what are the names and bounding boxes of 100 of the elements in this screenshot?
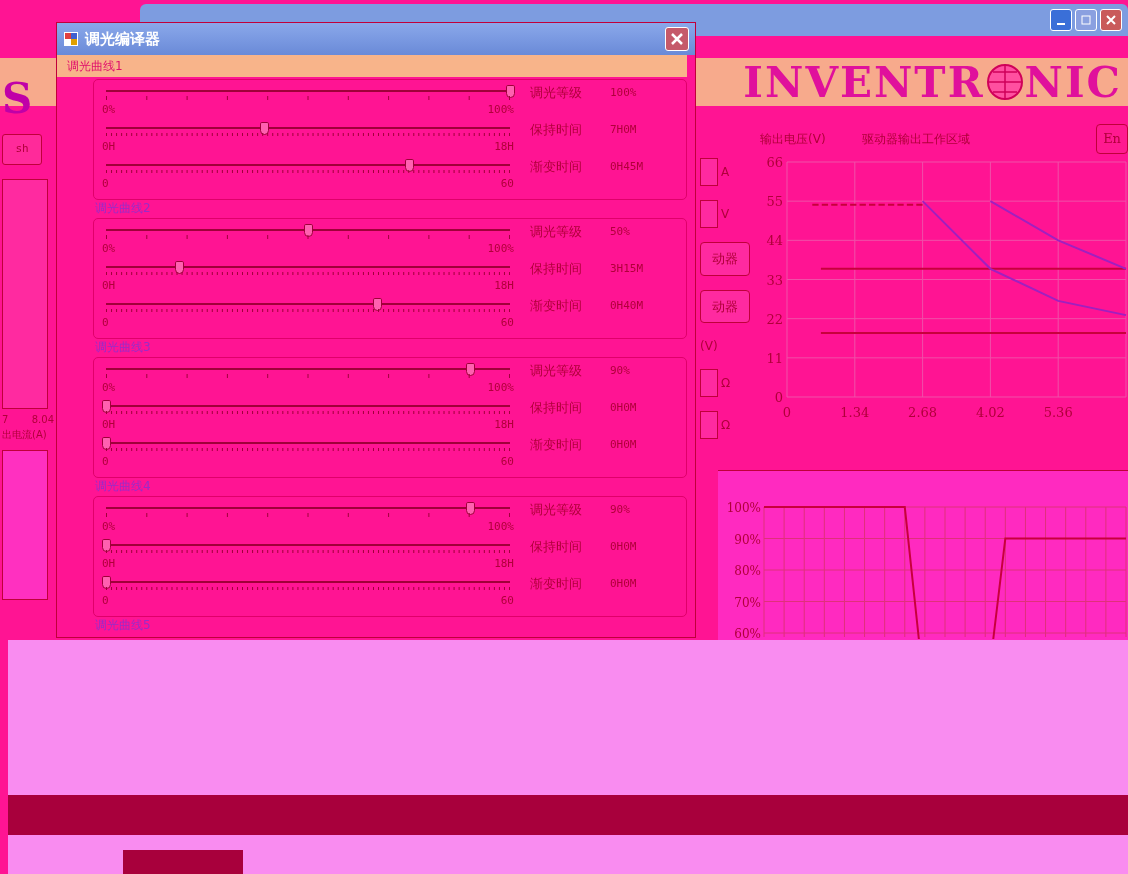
slider[interactable]: 0 60: [102, 297, 514, 334]
tick-label: 80%: [734, 564, 761, 578]
scale-label: 60: [500, 177, 514, 191]
tick-label: 22: [766, 311, 783, 327]
scale-label: 0H: [102, 140, 116, 154]
slider[interactable]: 0H 18H: [102, 121, 514, 158]
value-text: 0H40M: [610, 298, 645, 314]
tick-label: 90%: [734, 532, 761, 547]
group-title[interactable]: 调光曲线1: [57, 55, 687, 77]
unit-label: V: [721, 206, 730, 223]
scale-label: 0: [102, 177, 109, 191]
tick-label: 70%: [734, 595, 761, 610]
spinner[interactable]: [700, 200, 718, 228]
field-label: 保持时间: [530, 260, 583, 278]
scale-label: 18H: [494, 557, 514, 571]
maximize-icon: [1081, 15, 1091, 25]
minimize-button[interactable]: [1050, 9, 1072, 31]
group-title[interactable]: 调光曲线3: [95, 339, 687, 355]
maximize-button[interactable]: [1075, 9, 1097, 31]
spinner[interactable]: [700, 369, 718, 397]
slider-thumb[interactable]: [372, 298, 382, 311]
field-label: 渐变时间: [530, 575, 583, 593]
scale-label: 100%: [487, 103, 514, 117]
value-text: 3H15M: [610, 261, 645, 277]
tick-label: 44: [766, 232, 783, 248]
language-button[interactable]: En: [1096, 124, 1128, 154]
slider[interactable]: 0% 100%: [102, 362, 514, 399]
scale-label: 18H: [494, 279, 514, 293]
scale-label: 0H: [102, 557, 116, 571]
slider-thumb[interactable]: [102, 437, 111, 450]
value-text: 50%: [610, 224, 631, 240]
spinner[interactable]: [700, 411, 718, 439]
slider[interactable]: 0H 18H: [102, 260, 514, 297]
scale-label: 0%: [102, 103, 116, 117]
slider-thumb[interactable]: [405, 159, 414, 172]
field-label: 渐变时间: [530, 297, 583, 315]
slider[interactable]: 0% 100%: [102, 84, 514, 121]
axis-label: 8.04: [31, 412, 54, 427]
slider-thumb[interactable]: [174, 261, 184, 274]
scale-label: 18H: [494, 140, 514, 154]
close-button[interactable]: [1100, 9, 1122, 31]
group-title[interactable]: 调光曲线4: [95, 478, 687, 494]
slider-thumb[interactable]: [102, 576, 111, 589]
tick-label: 66: [766, 154, 783, 170]
scale-label: 0%: [102, 381, 116, 395]
value-text: 90%: [610, 363, 631, 379]
slider-thumb[interactable]: [259, 122, 269, 135]
tick-label: 60%: [734, 627, 761, 639]
close-icon: [1106, 15, 1116, 25]
value-text: 0H0M: [610, 437, 638, 453]
tick-label: 1.34: [840, 404, 870, 420]
field-label: 渐变时间: [530, 436, 583, 454]
slider-thumb[interactable]: [506, 85, 515, 98]
field-label: 调光等级: [530, 501, 583, 519]
axis-title: 输出电压(V): [760, 130, 826, 148]
field-label: 调光等级: [530, 362, 583, 380]
scale-label: 0H: [102, 418, 116, 432]
slider-thumb[interactable]: [102, 400, 111, 413]
slider[interactable]: 0H 18H: [102, 399, 514, 436]
slider[interactable]: 0 60: [102, 436, 514, 473]
tick-label: 55: [766, 193, 783, 209]
slider-thumb[interactable]: [465, 502, 475, 515]
value-text: 0H45M: [610, 159, 645, 175]
slider[interactable]: 0 60: [102, 575, 514, 612]
unit-label: A: [721, 164, 730, 181]
driver-button[interactable]: 动器: [700, 289, 750, 323]
tick-label: 4.02: [975, 404, 1005, 420]
driver-button[interactable]: 动器: [700, 242, 750, 276]
scale-label: 100%: [487, 242, 514, 256]
field-label: 渐变时间: [530, 158, 583, 176]
value-text: 0H0M: [610, 400, 638, 416]
tick-label: 2.68: [908, 404, 938, 420]
dialog-title: 调光编译器: [85, 28, 160, 50]
slider[interactable]: 0% 100%: [102, 501, 514, 538]
refresh-button[interactable]: sh: [2, 134, 42, 165]
slider[interactable]: 0H 18H: [102, 538, 514, 575]
unit-label: Ω: [721, 375, 731, 392]
scale-label: 0: [102, 594, 109, 608]
slider-thumb[interactable]: [304, 224, 313, 237]
axis-label: 7: [2, 412, 9, 427]
slider-thumb[interactable]: [465, 363, 475, 376]
group-title[interactable]: 调光曲线2: [95, 200, 687, 216]
slider[interactable]: 0 60: [102, 158, 514, 195]
tick-label: 11: [766, 350, 783, 366]
value-text: 100%: [610, 85, 638, 101]
slider-thumb[interactable]: [102, 539, 111, 552]
tick-label: 33: [766, 272, 783, 287]
chart-title: 驱动器输出工作区域: [861, 130, 970, 148]
minimize-icon: [1057, 23, 1065, 25]
scale-label: 0: [102, 455, 109, 469]
slider[interactable]: 0% 100%: [102, 223, 514, 260]
scale-label: 100%: [487, 381, 514, 395]
close-button[interactable]: [665, 27, 689, 51]
spinner[interactable]: [700, 158, 718, 186]
value-text: 7H0M: [610, 122, 638, 138]
group-title[interactable]: 调光曲线5: [95, 617, 687, 633]
field-label: 调光等级: [530, 84, 583, 102]
scale-label: 60: [500, 455, 514, 469]
value-text: 0H0M: [610, 539, 638, 555]
scale-label: 0%: [102, 242, 116, 256]
